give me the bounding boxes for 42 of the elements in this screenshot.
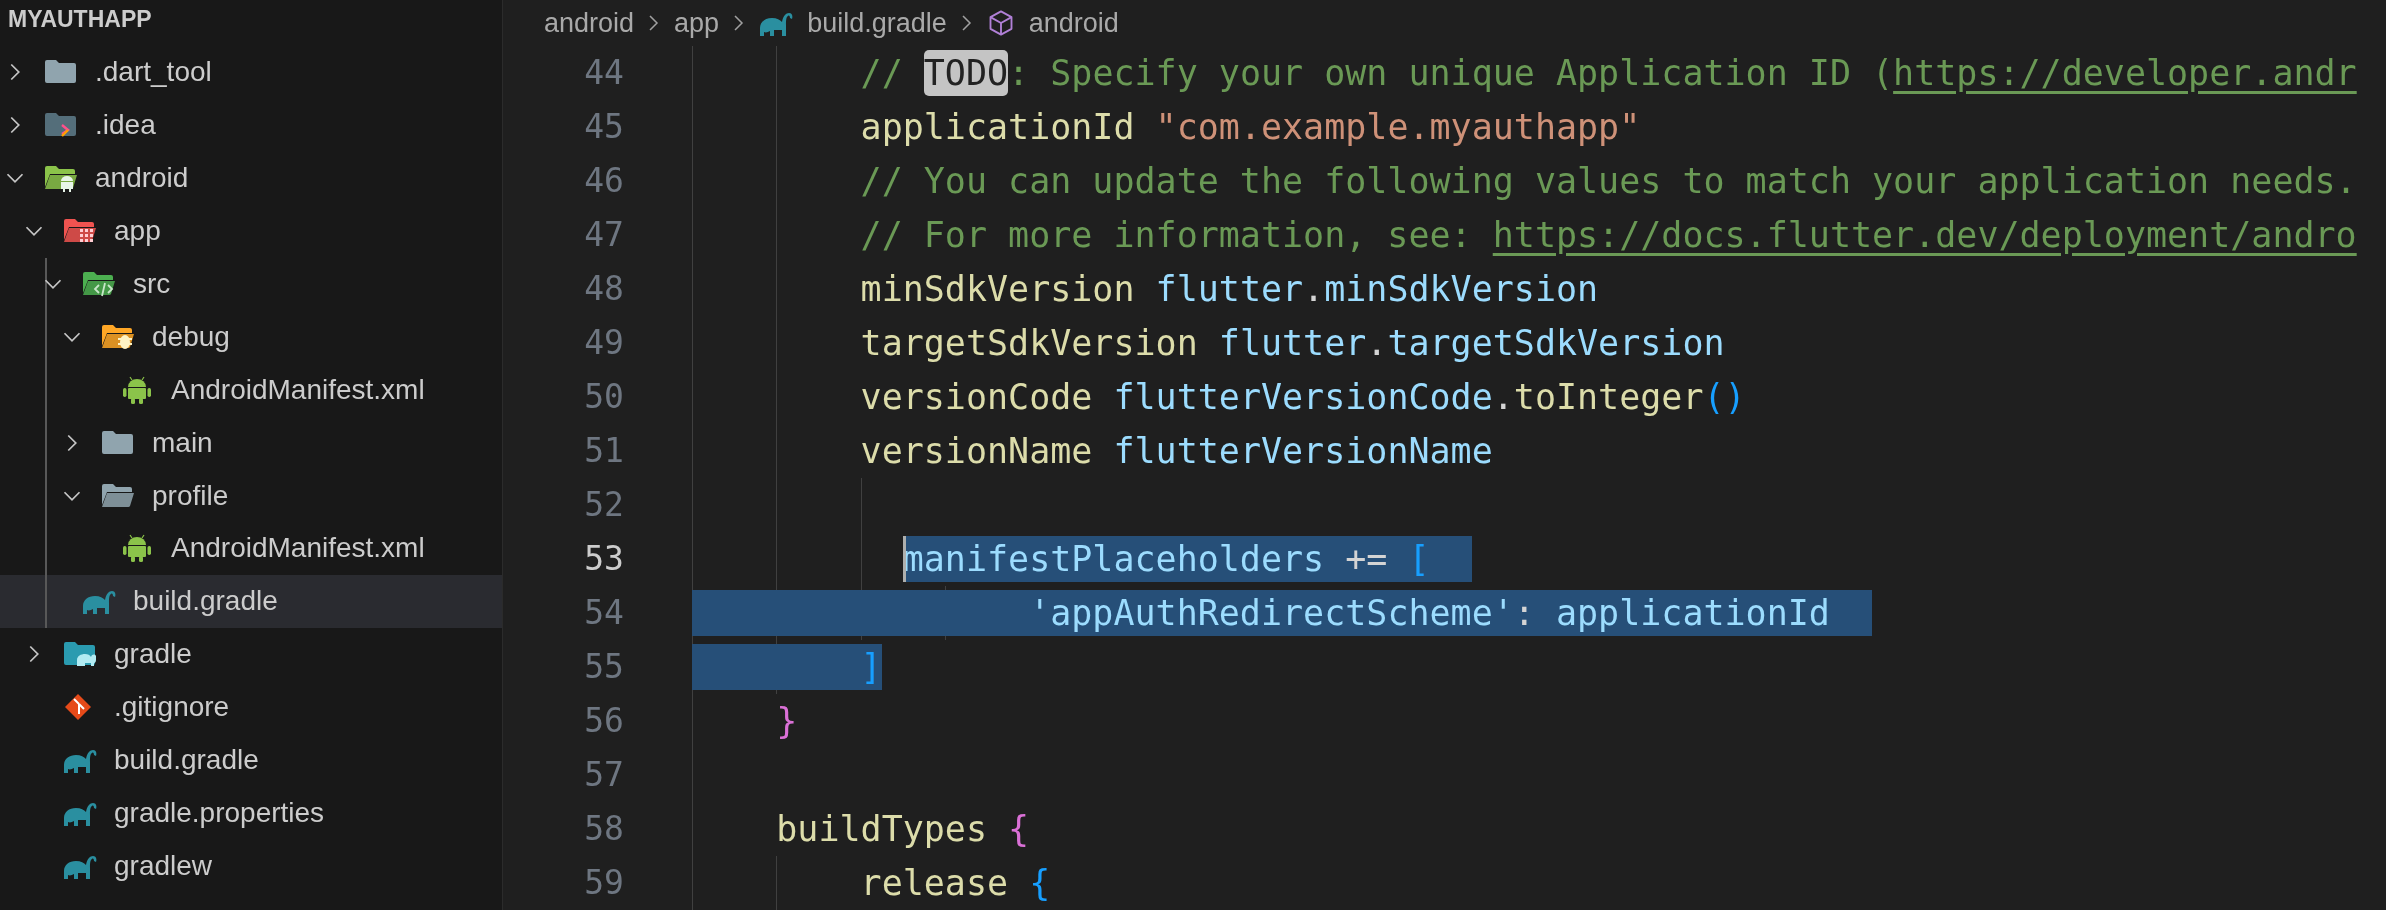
line-number: 51 [583, 430, 625, 472]
line-number: 49 [583, 322, 625, 364]
chevron-right-icon [960, 13, 973, 33]
line-number: 55 [583, 646, 625, 688]
open-folder-icon [82, 270, 116, 298]
line-number: 56 [583, 700, 625, 742]
breadcrumb-item[interactable]: app [674, 7, 720, 39]
chevron-right-icon [648, 13, 661, 33]
tree-item[interactable]: build.gradle [0, 733, 502, 787]
tree-item[interactable]: .idea [0, 98, 502, 152]
tree-item[interactable]: gradle [0, 627, 502, 681]
open-folder-icon [101, 481, 135, 510]
line-number: 46 [583, 160, 625, 202]
chevron-right-icon [733, 13, 746, 33]
folder-icon [101, 428, 135, 457]
tree-item[interactable]: gradlew [0, 839, 502, 893]
android-icon [120, 534, 154, 563]
explorer-title: MYAUTHAPP [7, 5, 153, 34]
open-folder-icon [101, 322, 135, 351]
line-number: 58 [583, 808, 625, 850]
line-number: 47 [583, 214, 625, 256]
tree-item[interactable]: .dart_tool [0, 46, 502, 99]
line-number: 48 [583, 268, 625, 310]
open-folder-icon [44, 164, 78, 193]
android-icon [120, 375, 154, 404]
line-number: 50 [583, 376, 625, 418]
line-number: 59 [583, 862, 625, 904]
tree-item[interactable]: .gitignore [0, 680, 502, 734]
line-number: 52 [583, 484, 625, 526]
breadcrumb-item[interactable]: android [1028, 7, 1119, 39]
tree-item[interactable]: app [0, 204, 502, 258]
tree-item[interactable]: gradle.properties [0, 786, 502, 840]
tree-item[interactable]: android [0, 151, 502, 205]
breadcrumb-item[interactable]: android [544, 7, 635, 39]
breadcrumb-item[interactable]: build.gradle [807, 7, 947, 39]
line-number: 45 [583, 106, 625, 148]
folder-icon [63, 640, 97, 669]
line-number: 54 [583, 592, 625, 634]
line-number: 53 [583, 538, 625, 580]
line-number: 44 [583, 52, 625, 94]
line-number: 57 [583, 754, 625, 796]
tree-item[interactable]: build.gradle [0, 574, 502, 628]
